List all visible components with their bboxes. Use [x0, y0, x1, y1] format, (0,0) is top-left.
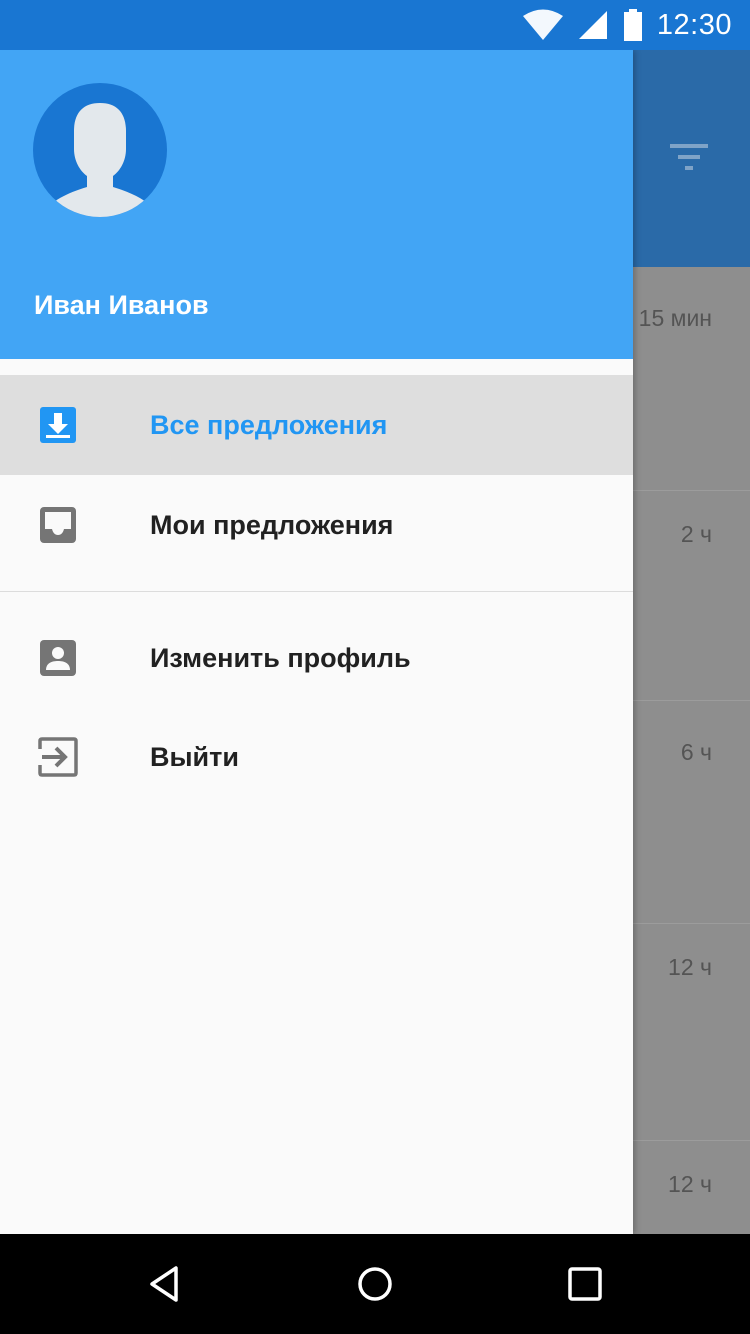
- item-time: 2 ч: [680, 521, 712, 547]
- status-bar: 12:30: [0, 0, 750, 50]
- item-time: 15 мин: [638, 305, 712, 331]
- system-navigation-bar: [0, 1234, 750, 1334]
- drawer-item-my-offers[interactable]: Мои предложения: [0, 475, 633, 575]
- inbox-download-icon: [40, 407, 76, 443]
- drawer-item-edit-profile[interactable]: Изменить профиль: [0, 608, 633, 708]
- filter-icon[interactable]: [670, 142, 710, 174]
- drawer-item-label: Мои предложения: [150, 509, 394, 540]
- drawer-item-label: Изменить профиль: [150, 642, 411, 673]
- user-name: Иван Иванов: [34, 290, 209, 320]
- person-avatar-icon[interactable]: [33, 83, 167, 217]
- drawer-item-label: Все предложения: [150, 409, 388, 440]
- battery-icon: [623, 9, 642, 41]
- signal-icon: [578, 11, 607, 39]
- exit-icon: [38, 737, 78, 777]
- drawer-item-label: Выйти: [150, 741, 239, 772]
- drawer-item-all-offers[interactable]: Все предложения: [0, 375, 633, 475]
- item-time: 12 ч: [668, 954, 712, 980]
- account-box-icon: [40, 640, 76, 676]
- item-time: 6 ч: [680, 739, 712, 765]
- drawer-divider: [0, 591, 633, 592]
- item-time: 12 ч: [668, 1171, 712, 1197]
- recents-icon[interactable]: [561, 1260, 609, 1308]
- status-time: 12:30: [656, 8, 732, 41]
- drawer-item-logout[interactable]: Выйти: [0, 707, 633, 807]
- navigation-drawer: Иван Иванов Все предложения Мои предложе…: [0, 50, 633, 1234]
- home-icon[interactable]: [351, 1260, 399, 1308]
- drawer-header: Иван Иванов: [0, 50, 633, 359]
- wifi-icon: [522, 9, 563, 40]
- inbox-icon: [40, 507, 76, 543]
- back-icon[interactable]: [142, 1260, 190, 1308]
